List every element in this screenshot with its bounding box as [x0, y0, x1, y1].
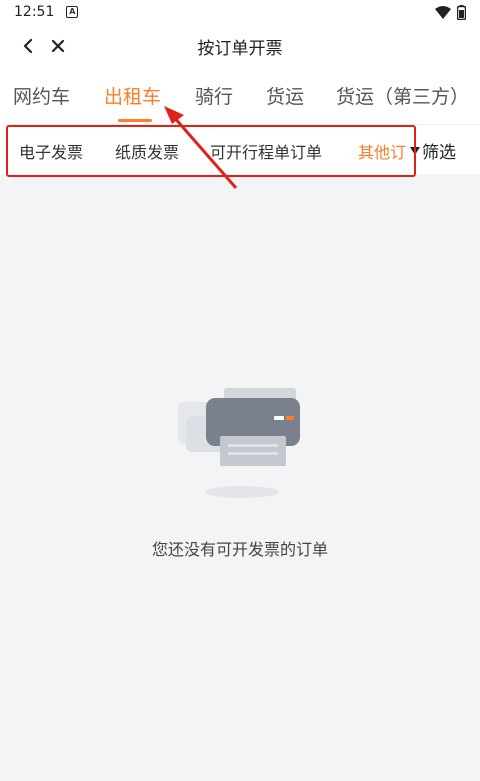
- tab-cycling[interactable]: 骑行: [195, 82, 233, 109]
- status-time: 12:51: [14, 4, 55, 20]
- close-button[interactable]: [44, 32, 72, 60]
- notification-a-icon: A: [66, 6, 79, 18]
- subtab-other-orders[interactable]: 其他订: [358, 139, 406, 163]
- empty-state-message: 您还没有可开发票的订单: [151, 540, 328, 559]
- subtab-e-invoice[interactable]: 电子发票: [19, 139, 83, 163]
- battery-icon: [457, 4, 466, 20]
- subtab-itinerary-orders[interactable]: 可开行程单订单: [210, 139, 322, 163]
- triangle-down-icon: [410, 146, 420, 155]
- active-tab-indicator: [118, 119, 152, 122]
- close-icon: [51, 39, 65, 53]
- wifi-icon: [435, 5, 451, 19]
- subtab-paper-invoice[interactable]: 纸质发票: [115, 139, 179, 163]
- tab-ride-hailing[interactable]: 网约车: [13, 82, 70, 109]
- page-title: 按订单开票: [197, 38, 283, 59]
- header: 按订单开票: [0, 24, 480, 68]
- filter-label: 筛选: [422, 143, 456, 163]
- tab-freight-third-party[interactable]: 货运（第三方）: [336, 82, 469, 109]
- chevron-left-icon: [23, 38, 33, 54]
- status-icons: [435, 4, 466, 20]
- tab-taxi[interactable]: 出租车: [104, 82, 161, 109]
- tab-freight[interactable]: 货运: [266, 82, 304, 109]
- filter-button[interactable]: 筛选: [410, 138, 456, 163]
- printer-illustration: [178, 388, 300, 498]
- invoice-type-tabs: 电子发票 纸质发票 可开行程单订单 其他订 筛选: [0, 124, 480, 174]
- category-tabs: 网约车 出租车 骑行 货运 货运（第三方）: [0, 68, 480, 124]
- back-button[interactable]: [14, 32, 42, 60]
- status-bar: 12:51 A: [0, 0, 480, 24]
